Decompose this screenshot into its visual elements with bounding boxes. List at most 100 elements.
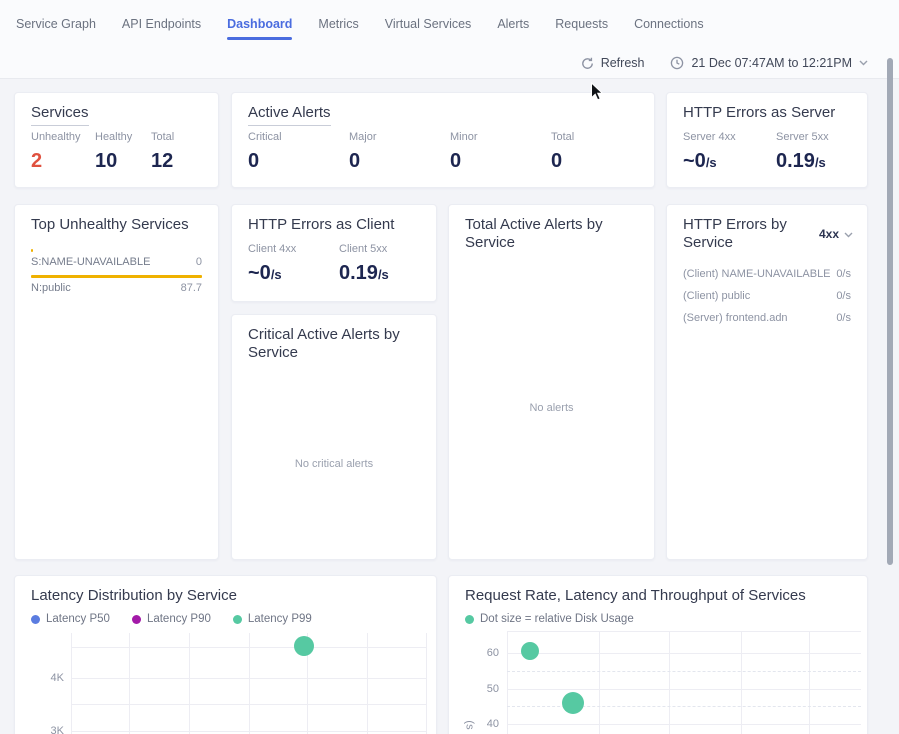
tab-virtual-services[interactable]: Virtual Services — [385, 17, 472, 40]
refresh-label: Refresh — [601, 56, 645, 70]
gridline — [809, 631, 810, 734]
services-unhealthy-value: 2 — [31, 150, 81, 173]
dashboard-page: Service Graph API Endpoints Dashboard Me… — [0, 0, 899, 734]
error-item-value: 0/s — [836, 290, 851, 302]
list-item[interactable]: N:public 87.7 — [31, 275, 202, 294]
healthy-label: Healthy — [95, 131, 132, 143]
tab-service-graph[interactable]: Service Graph — [16, 17, 96, 40]
top-unhealthy-card: Top Unhealthy Services S:NAME-UNAVAILABL… — [14, 204, 219, 560]
y-tick-label: 4K — [29, 672, 64, 684]
gridline — [71, 704, 426, 705]
list-item[interactable]: (Client) public 0/s — [683, 290, 851, 302]
tab-connections[interactable]: Connections — [634, 17, 704, 40]
gridline — [426, 633, 427, 734]
tab-dashboard[interactable]: Dashboard — [227, 17, 292, 40]
alerts-major-col: Major 0 — [349, 131, 377, 173]
unhealthy-bar-2 — [31, 275, 202, 278]
client-5xx-col: Client 5xx 0.19/s — [339, 243, 389, 285]
error-item-value: 0/s — [836, 268, 851, 280]
gridline — [741, 631, 742, 734]
mouse-cursor — [590, 82, 604, 107]
services-healthy-col: Healthy 10 — [95, 131, 132, 173]
unhealthy-item-label: S:NAME-UNAVAILABLE — [31, 256, 150, 268]
server-5xx-value: 0.19/s — [776, 150, 829, 173]
tab-requests[interactable]: Requests — [555, 17, 608, 40]
alerts-total-label: Total — [551, 131, 574, 143]
critical-alerts-card: Critical Active Alerts by Service No cri… — [231, 314, 437, 560]
alerts-minor-value: 0 — [450, 150, 478, 173]
alerts-critical-col: Critical 0 — [248, 131, 282, 173]
vertical-scrollbar-thumb[interactable] — [887, 58, 893, 565]
minor-label: Minor — [450, 131, 478, 143]
tab-alerts[interactable]: Alerts — [497, 17, 529, 40]
major-label: Major — [349, 131, 377, 143]
chevron-down-icon — [844, 227, 853, 241]
latency-chart-card: Latency Distribution by Service Latency … — [14, 575, 437, 734]
critical-label: Critical — [248, 131, 282, 143]
y-tick-label: 60 — [475, 647, 499, 659]
refresh-button[interactable]: Refresh — [581, 56, 645, 70]
alerts-major-value: 0 — [349, 150, 377, 173]
unhealthy-item-value: 87.7 — [181, 282, 202, 294]
gridline — [507, 689, 861, 690]
server-5xx-col: Server 5xx 0.19/s — [776, 131, 829, 173]
alerts-critical-value: 0 — [248, 150, 282, 173]
server-5xx-unit: /s — [815, 155, 826, 170]
client-4xx-label: Client 4xx — [248, 243, 296, 255]
services-card: Services Unhealthy 2 Healthy 10 Total 12 — [14, 92, 219, 188]
gridline — [71, 678, 426, 679]
server-5xx-label: Server 5xx — [776, 131, 829, 143]
time-range-picker[interactable]: 21 Dec 07:47AM to 12:21PM — [670, 56, 868, 70]
clock-icon — [670, 56, 684, 70]
active-alerts-card-title: Active Alerts — [248, 104, 331, 126]
server-4xx-number: ~0 — [683, 150, 706, 172]
server-5xx-number: 0.19 — [776, 150, 815, 172]
y-tick-label: 40 — [475, 718, 499, 730]
tab-dashboard-label: Dashboard — [227, 17, 292, 31]
http-errors-by-service-card: HTTP Errors by Service 4xx (Client) NAME… — [666, 204, 868, 560]
tab-api-endpoints[interactable]: API Endpoints — [122, 17, 201, 40]
scatter-point — [521, 642, 539, 660]
scatter-point — [294, 636, 314, 656]
active-alerts-title-text: Active Alerts — [248, 104, 331, 126]
y-tick-label: 3K — [29, 725, 64, 734]
list-item[interactable]: S:NAME-UNAVAILABLE 0 — [31, 249, 202, 268]
http-errors-list: (Client) NAME-UNAVAILABLE 0/s (Client) p… — [683, 268, 851, 334]
nav-tabs: Service Graph API Endpoints Dashboard Me… — [0, 0, 899, 40]
alerts-minor-col: Minor 0 — [450, 131, 478, 173]
client-5xx-number: 0.19 — [339, 262, 378, 284]
no-alerts-text: No alerts — [449, 402, 654, 414]
time-range-label: 21 Dec 07:47AM to 12:21PM — [691, 56, 852, 70]
gridline-minor — [507, 706, 861, 707]
services-total-label: Total — [151, 131, 174, 143]
services-unhealthy-col: Unhealthy 2 — [31, 131, 81, 173]
list-item[interactable]: (Client) NAME-UNAVAILABLE 0/s — [683, 268, 851, 280]
error-type-value: 4xx — [819, 227, 839, 241]
list-item[interactable]: (Server) frontend.adn 0/s — [683, 312, 851, 324]
server-4xx-unit: /s — [706, 155, 717, 170]
top-unhealthy-list: S:NAME-UNAVAILABLE 0 N:public 87.7 — [31, 249, 202, 301]
request-rate-chart-card: Request Rate, Latency and Throughput of … — [448, 575, 868, 734]
total-alerts-card: Total Active Alerts by Service No alerts — [448, 204, 655, 560]
error-type-dropdown[interactable]: 4xx — [819, 227, 853, 241]
gridline — [599, 631, 600, 734]
tab-metrics[interactable]: Metrics — [318, 17, 358, 40]
latency-plot-area: 4K 3K — [15, 576, 436, 734]
gridline-minor — [507, 671, 861, 672]
gridline — [71, 731, 426, 732]
gridline — [129, 633, 130, 734]
gridline — [71, 633, 72, 734]
client-5xx-label: Client 5xx — [339, 243, 389, 255]
active-tab-underline — [227, 37, 292, 40]
server-4xx-label: Server 4xx — [683, 131, 736, 143]
services-title-text: Services — [31, 104, 89, 126]
error-item-value: 0/s — [836, 312, 851, 324]
gridline — [507, 631, 508, 734]
refresh-icon — [581, 57, 594, 70]
http-errors-client-card: HTTP Errors as Client Client 4xx ~0/s Cl… — [231, 204, 437, 302]
server-4xx-value: ~0/s — [683, 150, 736, 173]
critical-alerts-title: Critical Active Alerts by Service — [248, 326, 426, 362]
services-total-col: Total 12 — [151, 131, 174, 173]
alerts-total-col: Total 0 — [551, 131, 574, 173]
request-rate-plot-area: 605040 — [449, 576, 867, 734]
